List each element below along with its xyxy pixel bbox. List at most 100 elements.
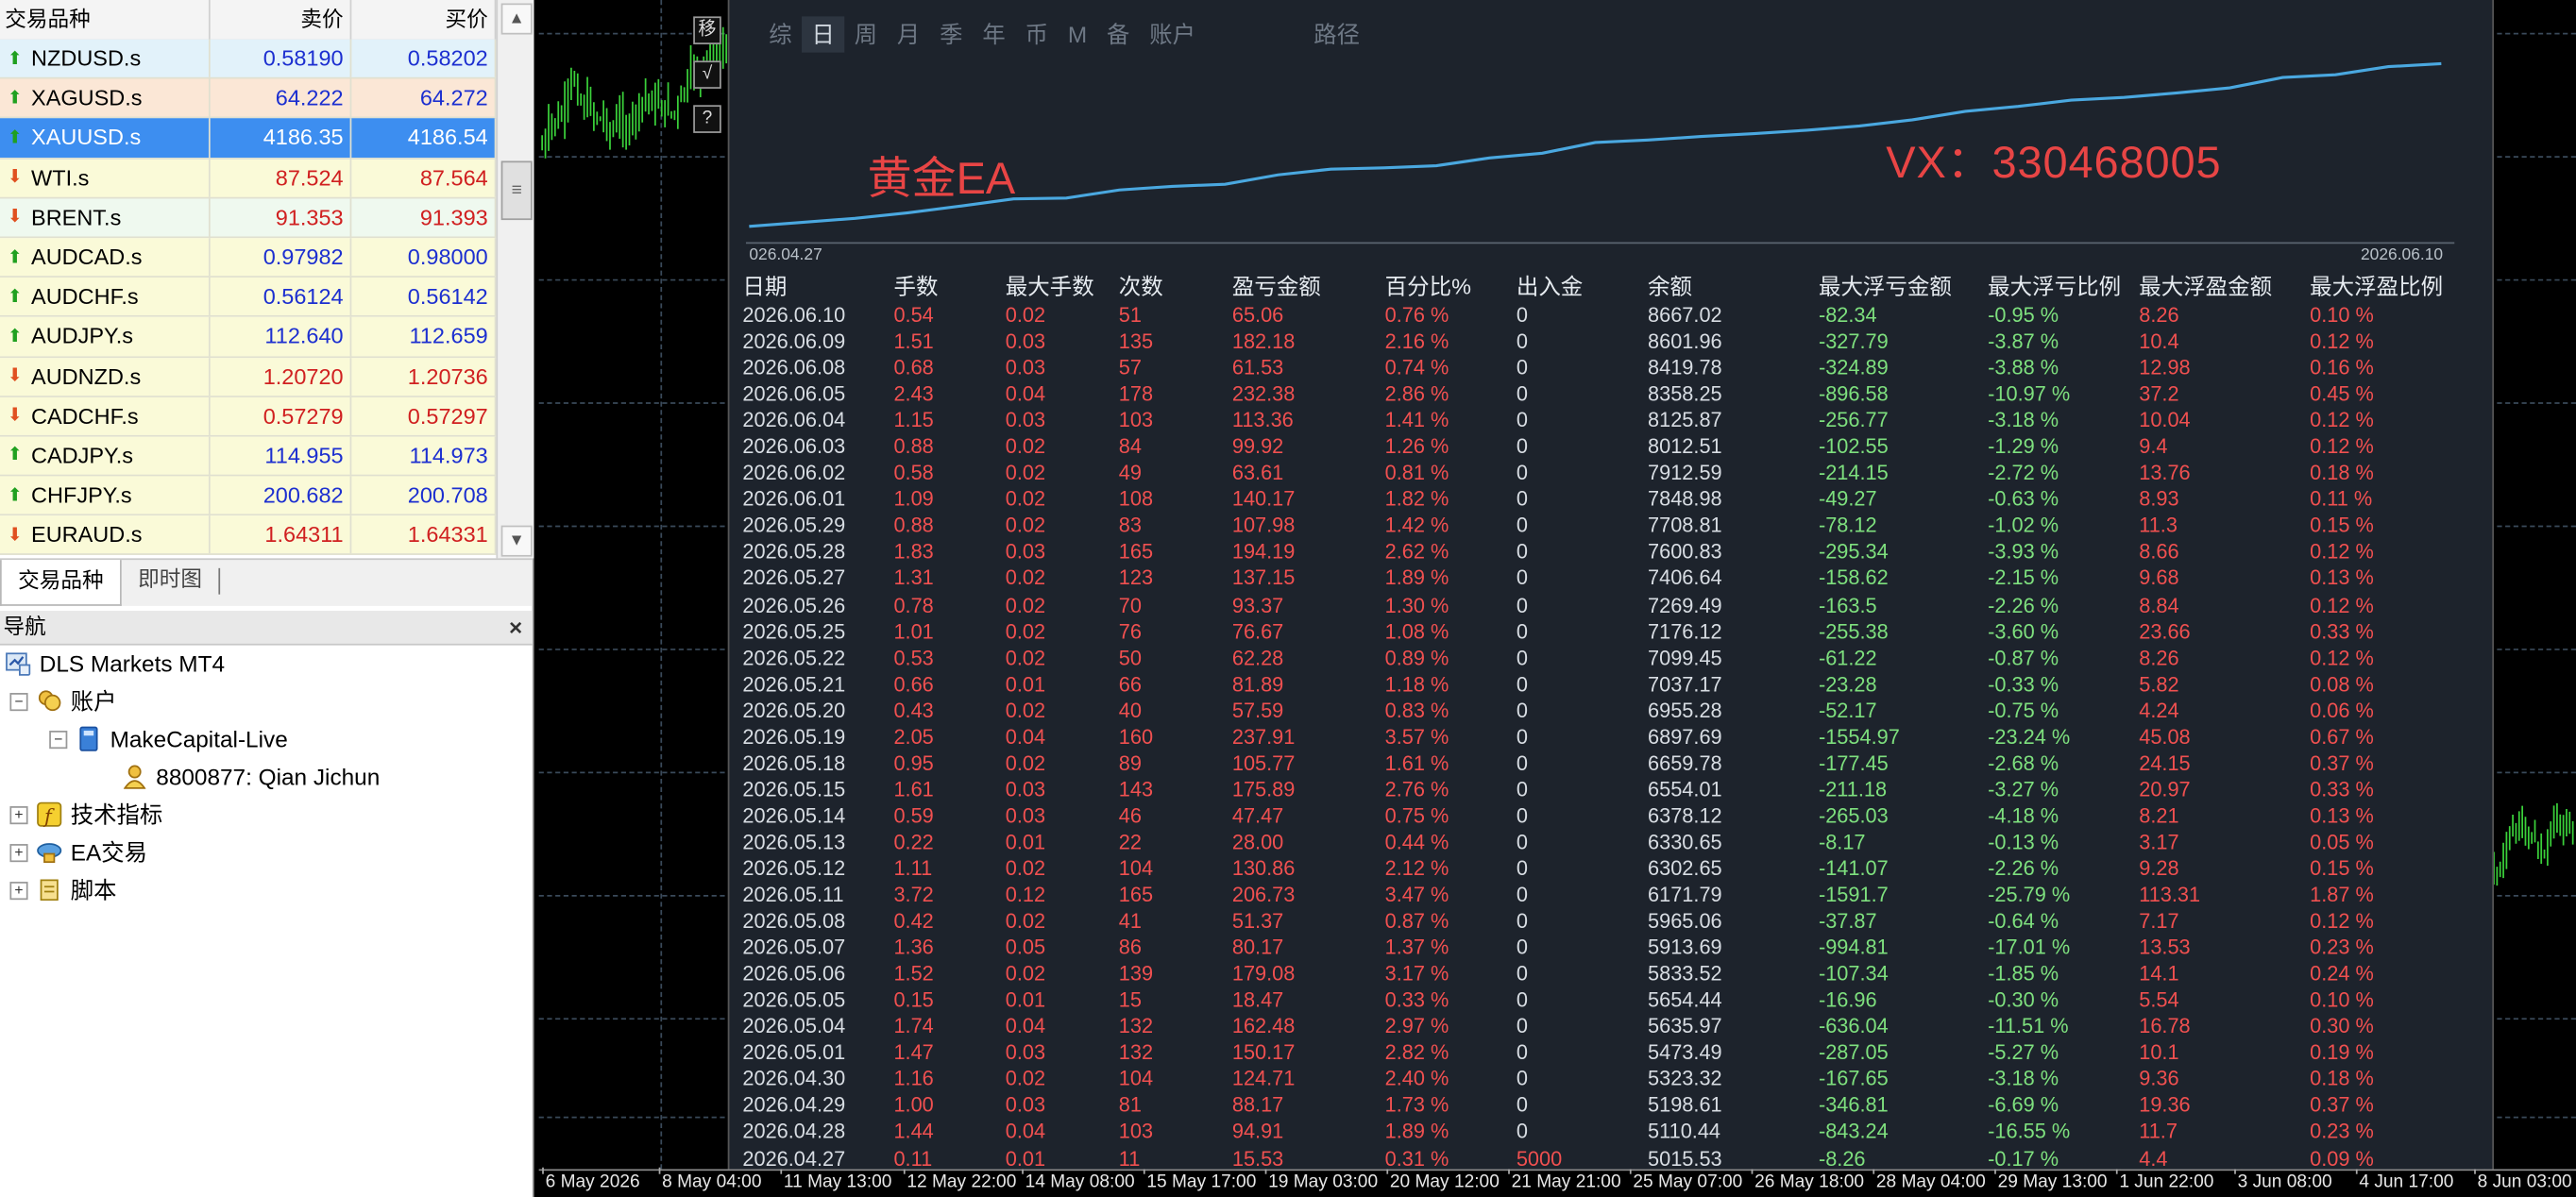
col-symbol[interactable]: 交易品种 — [0, 0, 211, 40]
ea-tab[interactable]: 币 — [1015, 16, 1058, 52]
table-cell: -3.87 % — [1988, 329, 2059, 354]
ea-tab[interactable]: 日 — [802, 16, 845, 53]
table-cell: 4.24 — [2139, 699, 2179, 722]
table-header-cell[interactable]: 盈亏金额 — [1232, 271, 1385, 302]
table-cell: 11.7 — [2139, 1121, 2178, 1144]
market-watch-row[interactable]: ⬆ CHFJPY.s 200.682 200.708 — [0, 476, 497, 516]
expand-icon[interactable]: + — [9, 843, 28, 862]
table-cell: -3.88 % — [1988, 356, 2059, 379]
table-cell: 0.03 — [1005, 1094, 1046, 1118]
close-icon[interactable]: × — [509, 611, 522, 644]
ea-tab[interactable]: 综 — [759, 16, 802, 52]
table-cell: 0 — [1516, 303, 1528, 328]
symbol-cell: ⬆ AUDCHF.s — [0, 278, 211, 316]
table-header-cell[interactable]: 百分比% — [1385, 271, 1517, 302]
table-body: 2026.06.10 0.54 0.02 51 65.06 0.76 % 0 8667.02 -… — [742, 302, 2483, 1172]
move-tool-icon[interactable]: 移 — [693, 16, 721, 44]
check-tool-icon[interactable]: √ — [693, 60, 721, 89]
table-cell: 0.02 — [1005, 646, 1046, 669]
symbol-cell: ⬆ AUDCAD.s — [0, 238, 211, 277]
tab-symbols[interactable]: 交易品种 — [0, 560, 122, 606]
table-cell: 0.18 % — [2310, 1068, 2374, 1091]
market-watch-row[interactable]: ⬇ AUDNZD.s 1.20720 1.20736 — [0, 357, 497, 397]
ea-tab[interactable]: M — [1058, 16, 1096, 52]
path-tab[interactable]: 路径 — [1304, 16, 1370, 52]
table-header-cell[interactable]: 余额 — [1648, 271, 1819, 302]
tree-indicators[interactable]: + f 技术指标 — [9, 797, 162, 833]
ea-tab[interactable]: 月 — [887, 16, 929, 52]
table-header-cell[interactable]: 出入金 — [1517, 271, 1648, 302]
tree-account[interactable]: 8800877: Qian Jichun — [122, 759, 380, 795]
market-watch-row[interactable]: ⬆ AUDJPY.s 112.640 112.659 — [0, 317, 497, 358]
table-cell: 9.4 — [2139, 435, 2168, 459]
ask-cell: 0.56142 — [351, 278, 497, 316]
symbol-cell: ⬇ EURAUD.s — [0, 515, 211, 554]
table-cell: 2026.06.02 — [742, 462, 846, 485]
market-watch-row[interactable]: ⬆ XAUUSD.s 4186.35 4186.54 — [0, 118, 497, 159]
table-cell: 10.04 — [2139, 409, 2191, 432]
table-cell: 13.53 — [2139, 936, 2191, 960]
table-cell: 2026.05.26 — [742, 593, 846, 617]
table-header-cell[interactable]: 日期 — [742, 271, 893, 302]
market-watch-scrollbar[interactable]: ▲ ≡ ▼ — [496, 0, 534, 559]
table-header-cell[interactable]: 次数 — [1119, 271, 1232, 302]
market-watch-row[interactable]: ⬆ CADJPY.s 114.955 114.973 — [0, 436, 497, 477]
ea-tab[interactable]: 账户 — [1140, 16, 1206, 52]
ea-tab[interactable]: 年 — [973, 16, 1015, 52]
market-watch-row[interactable]: ⬇ EURAUD.s 1.64311 1.64331 — [0, 515, 497, 556]
tree-experts[interactable]: + EA交易 — [9, 835, 147, 870]
ea-tab[interactable]: 备 — [1097, 16, 1140, 52]
ea-tab[interactable]: 季 — [930, 16, 973, 52]
market-watch-row[interactable]: ⬆ XAGUSD.s 64.222 64.272 — [0, 78, 497, 119]
col-ask[interactable]: 买价 — [351, 0, 497, 40]
tree-server[interactable]: − MakeCapital-Live — [49, 721, 288, 757]
table-cell: 7406.64 — [1648, 566, 1722, 591]
market-watch-row[interactable]: ⬇ WTI.s 87.524 87.564 — [0, 158, 497, 199]
tree-scripts[interactable]: + 脚本 — [9, 872, 117, 908]
expand-icon[interactable]: + — [9, 805, 28, 824]
table-header-cell[interactable]: 最大浮亏比例 — [1988, 271, 2139, 302]
scroll-up-icon[interactable]: ▲ — [500, 3, 533, 35]
market-watch-row[interactable]: ⬇ BRENT.s 91.353 91.393 — [0, 198, 497, 239]
table-cell: -3.60 % — [1988, 619, 2059, 644]
table-cell: 76.67 — [1231, 619, 1284, 644]
table-cell: -3.18 % — [1988, 409, 2059, 432]
collapse-icon[interactable]: − — [9, 692, 28, 711]
table-cell: 2026.05.11 — [742, 883, 844, 907]
table-cell: 0.02 — [1005, 619, 1046, 644]
table-cell: 0.74 % — [1384, 356, 1449, 379]
table-header-cell[interactable]: 最大手数 — [1006, 271, 1119, 302]
collapse-icon[interactable]: − — [49, 730, 68, 749]
tab-tick-chart[interactable]: 即时图 — [122, 560, 219, 604]
table-header-cell[interactable]: 手数 — [893, 271, 1005, 302]
scroll-down-icon[interactable]: ▼ — [500, 525, 533, 557]
table-cell: 0 — [1516, 699, 1528, 722]
table-cell: -10.97 % — [1988, 382, 2071, 406]
table-cell: 2026.06.03 — [742, 435, 846, 459]
scroll-thumb[interactable]: ≡ — [500, 160, 533, 221]
table-cell: 0.03 — [1005, 540, 1046, 565]
tree-broker[interactable]: DLS Markets MT4 — [5, 646, 225, 682]
bid-cell: 114.955 — [211, 436, 352, 475]
table-cell: 5110.44 — [1648, 1121, 1721, 1144]
market-watch-row[interactable]: ⬆ NZDUSD.s 0.58190 0.58202 — [0, 39, 497, 79]
col-bid[interactable]: 卖价 — [211, 0, 352, 40]
table-cell: 0 — [1516, 566, 1528, 591]
table-header-cell[interactable]: 最大浮盈比例 — [2310, 271, 2474, 302]
table-cell: 2026.05.19 — [742, 725, 846, 749]
market-watch-row[interactable]: ⬇ CADCHF.s 0.57279 0.57297 — [0, 396, 497, 437]
table-cell: 0.12 % — [2310, 540, 2374, 565]
market-watch-row[interactable]: ⬆ AUDCHF.s 0.56124 0.56142 — [0, 278, 497, 318]
table-cell: 0.23 % — [2310, 1121, 2374, 1144]
market-watch-row[interactable]: ⬆ AUDCAD.s 0.97982 0.98000 — [0, 238, 497, 278]
table-row: 2026.06.02 0.58 0.02 49 63.61 0.81 % 0 7912.59 -… — [742, 461, 2483, 487]
ea-tab[interactable]: 周 — [844, 16, 887, 52]
table-cell: 0.10 % — [2310, 303, 2374, 328]
table-header-cell[interactable]: 最大浮亏金额 — [1819, 271, 1988, 302]
table-header-cell[interactable]: 最大浮盈金额 — [2139, 271, 2310, 302]
expand-icon[interactable]: + — [9, 881, 28, 900]
table-cell: 20.97 — [2139, 778, 2191, 801]
help-tool-icon[interactable]: ? — [693, 105, 721, 133]
curve-end-date: 2026.06.10 — [2360, 245, 2444, 265]
tree-accounts[interactable]: − 账户 — [9, 683, 117, 719]
